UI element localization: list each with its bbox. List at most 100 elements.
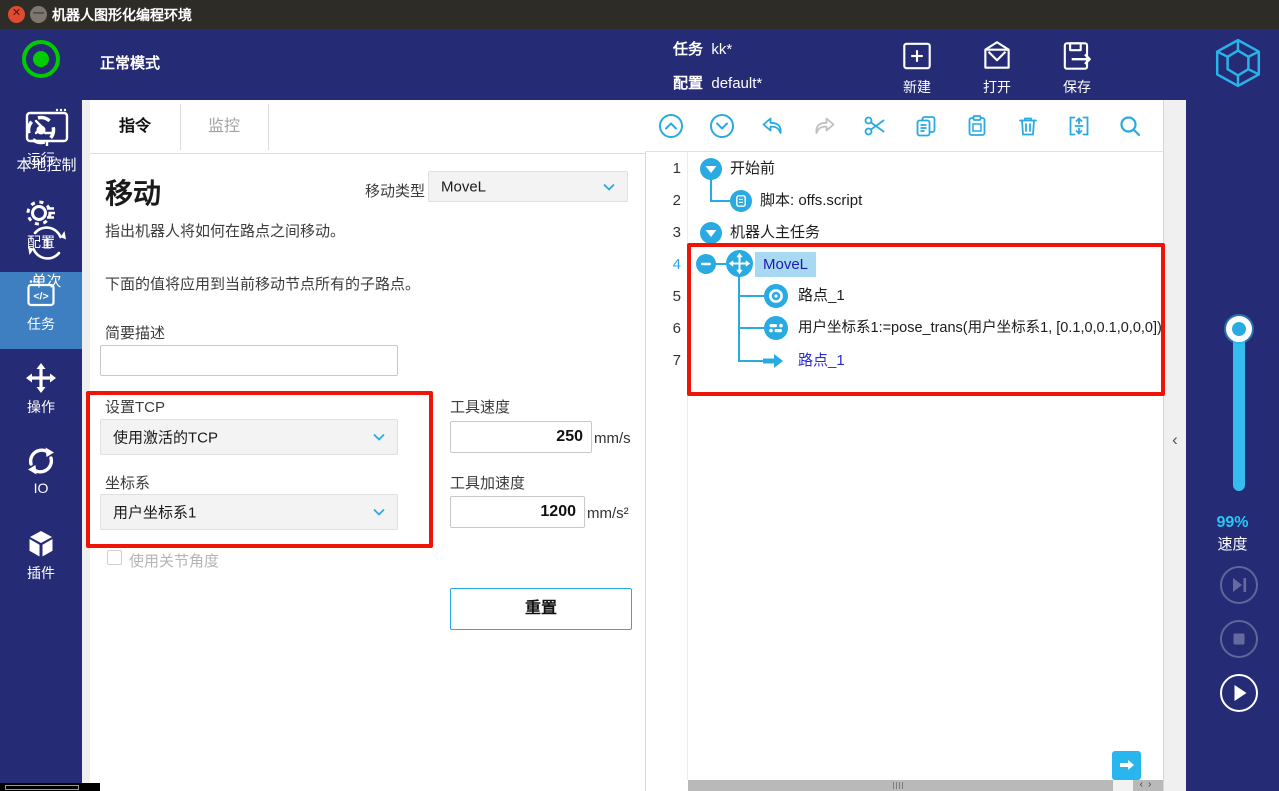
tab-instruction[interactable]: 指令 [90, 100, 180, 154]
tree-node-assignment[interactable]: 用户坐标系1:=pose_trans(用户坐标系1, [0.1,0,0.1,0,… [798, 312, 1162, 344]
redo-icon[interactable] [811, 113, 837, 139]
brief-input[interactable] [100, 345, 398, 376]
cube-icon [24, 527, 58, 561]
page-title: 移动 [105, 172, 161, 212]
frame-dropdown[interactable]: 用户坐标系1 [100, 494, 398, 530]
collapse-panel-icon[interactable]: ‹ [1166, 428, 1184, 452]
new-file-icon [899, 38, 935, 74]
collapse-minus-icon[interactable] [696, 254, 716, 274]
tree-node-waypoint1[interactable]: 路点_1 [798, 280, 845, 312]
window-title: 机器人图形化编程环境 [52, 5, 192, 25]
move-down-icon[interactable] [709, 113, 735, 139]
config-label: 配置 [673, 75, 703, 92]
row-number: 6 [645, 313, 681, 345]
program-tree-panel [645, 100, 1163, 791]
joint-angle-label: 使用关节角度 [129, 550, 219, 571]
app-header: 正常模式 任务 kk* 配置 default* 新建 [0, 29, 1279, 100]
sidebar-item-io[interactable]: IO [0, 438, 82, 515]
delete-icon[interactable] [1015, 113, 1041, 139]
task-row: 任务 kk* [673, 38, 732, 59]
tree-node-movel-selected[interactable]: MoveL [755, 252, 816, 277]
arrow-right-icon [1119, 759, 1135, 771]
joint-angle-checkbox[interactable] [107, 550, 122, 565]
tool-speed-input[interactable] [450, 421, 592, 453]
copy-icon[interactable] [913, 113, 939, 139]
row-number: 2 [645, 185, 681, 217]
tool-accel-label: 工具加速度 [450, 472, 525, 493]
expand-node-icon[interactable] [700, 222, 722, 244]
tree-node-before-start[interactable]: 开始前 [730, 153, 775, 185]
scroll-next-button[interactable] [1112, 751, 1141, 780]
move-type-label: 移动类型 [365, 180, 425, 201]
scrollbar-arrows[interactable]: ‹› [1133, 780, 1163, 791]
replace-icon[interactable] [1066, 113, 1092, 139]
minimize-button[interactable]: — [30, 6, 47, 23]
chevron-down-icon [373, 433, 385, 441]
step-icon [1222, 568, 1256, 602]
panel-gutter [82, 100, 90, 791]
single-cycle-icon: 1 [24, 220, 70, 266]
play-button[interactable] [1220, 674, 1258, 712]
row-number: 1 [645, 153, 681, 185]
tree-node-script[interactable]: 脚本: offs.script [760, 185, 862, 217]
row-number: 5 [645, 281, 681, 313]
move-arrows-icon [24, 361, 58, 395]
local-control-button[interactable]: 本地控制 [0, 108, 93, 175]
task-label: 任务 [673, 41, 703, 58]
svg-text:</>: </> [33, 291, 48, 303]
tool-accel-input[interactable] [450, 496, 585, 528]
tab-monitor[interactable]: 监控 [180, 100, 268, 154]
single-run-button[interactable]: 1 单次 [0, 220, 93, 291]
open-task-button[interactable]: 打开 [965, 38, 1029, 97]
reset-button[interactable]: 重置 [450, 588, 632, 630]
save-icon [1059, 38, 1095, 74]
script-node-icon[interactable] [730, 190, 752, 212]
sidebar-item-plugin[interactable]: 插件 [0, 521, 82, 598]
frame-label: 坐标系 [105, 472, 150, 493]
sidebar-item-operate[interactable]: 操作 [0, 355, 82, 432]
speed-percent: 99% [1186, 514, 1279, 532]
step-button[interactable] [1220, 566, 1258, 604]
row-number: 7 [645, 345, 681, 377]
stop-icon [1222, 622, 1256, 656]
task-value: kk* [711, 41, 732, 58]
paste-icon[interactable] [964, 113, 990, 139]
move-up-icon[interactable] [658, 113, 684, 139]
tcp-label: 设置TCP [105, 396, 165, 417]
os-titlebar: ✕ — 机器人图形化编程环境 [0, 0, 1279, 29]
mode-label: 正常模式 [100, 52, 160, 73]
speed-slider-handle[interactable] [1226, 316, 1252, 342]
cut-icon[interactable] [862, 113, 888, 139]
description-line1: 指出机器人将如何在路点之间移动。 [105, 220, 345, 241]
speed-label: 速度 [1186, 533, 1279, 554]
goto-arrow-icon[interactable] [762, 353, 784, 369]
search-icon[interactable] [1117, 113, 1143, 139]
tree-node-main-task[interactable]: 机器人主任务 [730, 217, 820, 249]
save-task-button[interactable]: 保存 [1045, 38, 1109, 97]
move-type-dropdown[interactable]: MoveL [428, 171, 628, 202]
tool-accel-unit: mm/s² [587, 505, 629, 522]
config-row: 配置 default* [673, 72, 762, 93]
panel-tabbar: 指令 监控 [90, 100, 645, 154]
brand-logo-icon [1212, 37, 1264, 89]
left-sidebar: 运行 配置 </> 任务 操作 [0, 100, 82, 791]
movel-node-icon[interactable] [726, 250, 753, 277]
close-button[interactable]: ✕ [8, 6, 25, 23]
speed-slider-track[interactable] [1233, 329, 1245, 491]
tree-node-waypoint1-ref[interactable]: 路点_1 [798, 345, 845, 377]
play-icon [1222, 676, 1256, 710]
open-file-icon [979, 38, 1015, 74]
tool-speed-unit: mm/s [594, 430, 631, 447]
expand-node-icon[interactable] [700, 158, 722, 180]
row-number-selected: 4 [645, 249, 681, 281]
stop-button[interactable] [1220, 620, 1258, 658]
assignment-node-icon[interactable] [764, 316, 788, 340]
new-task-button[interactable]: 新建 [885, 38, 949, 97]
robot-programming-app: ✕ — 机器人图形化编程环境 正常模式 任务 kk* 配置 default* 新… [0, 0, 1279, 791]
undo-icon[interactable] [760, 113, 786, 139]
tool-speed-label: 工具速度 [450, 396, 510, 417]
tcp-dropdown[interactable]: 使用激活的TCP [100, 419, 398, 455]
waypoint-node-icon[interactable] [764, 284, 788, 308]
terminal-icon [24, 108, 70, 150]
tree-toolbar [645, 100, 1163, 152]
